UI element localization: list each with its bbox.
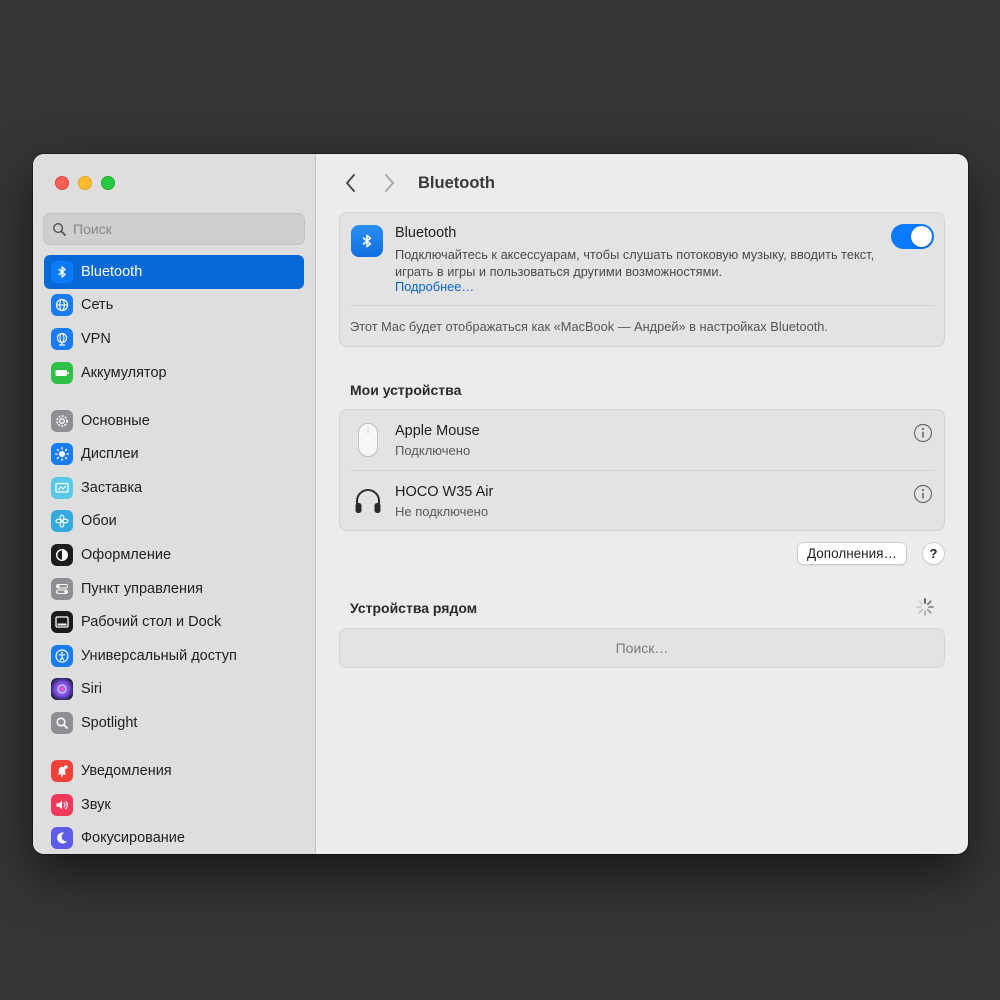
sidebar-item-label: Уведомления bbox=[81, 763, 172, 780]
device-row[interactable]: Apple Mouse Подключено bbox=[340, 410, 944, 470]
bluetooth-description: Подключайтесь к аксессуарам, чтобы слуша… bbox=[395, 247, 875, 279]
sidebar-item-label: Spotlight bbox=[81, 715, 138, 732]
sidebar-item-label: Оформление bbox=[81, 547, 172, 564]
learn-more-link[interactable]: Подробнее… bbox=[395, 279, 474, 294]
sidebar-search[interactable] bbox=[43, 213, 305, 245]
sidebar-separator bbox=[44, 740, 304, 755]
appearance-icon bbox=[51, 544, 73, 567]
sidebar-item-label: Заставка bbox=[81, 479, 143, 496]
chevron-right-icon bbox=[385, 174, 394, 192]
sidebar-separator bbox=[44, 389, 304, 404]
spinner-icon bbox=[916, 598, 934, 616]
page-title: Bluetooth bbox=[418, 173, 495, 192]
screensaver-icon bbox=[51, 476, 73, 499]
sidebar-item-screensaver[interactable]: Заставка bbox=[44, 471, 304, 505]
mouse-icon bbox=[352, 420, 384, 460]
dock-icon bbox=[51, 611, 73, 634]
sidebar-item-label: Основные bbox=[81, 412, 150, 429]
divider bbox=[350, 305, 934, 306]
zoom-button[interactable] bbox=[101, 176, 115, 190]
forward-button[interactable] bbox=[374, 168, 404, 198]
sidebar-item-bluetooth[interactable]: Bluetooth bbox=[44, 255, 304, 289]
device-row[interactable]: HOCO W35 Air Не подключено bbox=[340, 471, 944, 531]
toolbar: Bluetooth bbox=[336, 168, 495, 198]
sidebar-nav: Bluetooth Сеть VPN Аккумулятор Основные bbox=[44, 255, 304, 854]
traffic-lights bbox=[55, 176, 115, 190]
info-icon[interactable] bbox=[913, 484, 933, 504]
sidebar-item-sound[interactable]: Звук bbox=[44, 788, 304, 822]
device-status: Подключено bbox=[395, 443, 471, 458]
globe-icon bbox=[51, 294, 73, 317]
bluetooth-card: Bluetooth Подключайтесь к аксессуарам, ч… bbox=[339, 212, 945, 347]
settings-window: Bluetooth Сеть VPN Аккумулятор Основные bbox=[33, 154, 968, 854]
sidebar-item-displays[interactable]: Дисплеи bbox=[44, 437, 304, 471]
sidebar-item-label: VPN bbox=[81, 330, 111, 347]
headphones-icon bbox=[352, 481, 384, 521]
sidebar-item-label: Bluetooth bbox=[81, 263, 143, 280]
nearby-devices-list: Поиск… bbox=[339, 628, 945, 668]
sidebar-item-label: Пункт управления bbox=[81, 580, 203, 597]
searching-status: Поиск… bbox=[615, 640, 669, 656]
device-status: Не подключено bbox=[395, 504, 489, 519]
bell-icon bbox=[51, 760, 73, 783]
bluetooth-toggle[interactable] bbox=[891, 224, 934, 249]
bluetooth-visibility-note: Этот Mac будет отображаться как «MacBook… bbox=[350, 319, 828, 334]
extras-button[interactable]: Дополнения… bbox=[797, 542, 907, 565]
bluetooth-icon bbox=[51, 260, 73, 283]
info-icon[interactable] bbox=[913, 423, 933, 443]
minimize-button[interactable] bbox=[78, 176, 92, 190]
sidebar-item-general[interactable]: Основные bbox=[44, 404, 304, 438]
sidebar-item-label: Рабочий стол и Dock bbox=[81, 614, 222, 631]
accessibility-icon bbox=[51, 644, 73, 667]
siri-icon bbox=[51, 678, 73, 701]
flower-icon bbox=[51, 510, 73, 533]
chevron-left-icon bbox=[346, 174, 355, 192]
vpn-globe-icon bbox=[51, 327, 73, 350]
magnifier-icon bbox=[51, 712, 73, 735]
sidebar-item-label: Обои bbox=[81, 513, 117, 530]
sidebar-item-notifications[interactable]: Уведомления bbox=[44, 754, 304, 788]
control-center-icon bbox=[51, 577, 73, 600]
back-button[interactable] bbox=[336, 168, 366, 198]
device-name: HOCO W35 Air bbox=[395, 484, 494, 500]
battery-icon bbox=[51, 361, 73, 384]
sidebar-item-network[interactable]: Сеть bbox=[44, 289, 304, 323]
sun-icon bbox=[51, 443, 73, 466]
sidebar-item-spotlight[interactable]: Spotlight bbox=[44, 706, 304, 740]
sidebar-item-label: Siri bbox=[81, 681, 102, 698]
sidebar-item-label: Сеть bbox=[81, 297, 114, 314]
search-icon bbox=[53, 222, 66, 236]
sidebar-item-appearance[interactable]: Оформление bbox=[44, 538, 304, 572]
sidebar-item-desktop-dock[interactable]: Рабочий стол и Dock bbox=[44, 605, 304, 639]
bluetooth-title: Bluetooth bbox=[395, 225, 457, 241]
sidebar-item-label: Универсальный доступ bbox=[81, 647, 237, 664]
sidebar: Bluetooth Сеть VPN Аккумулятор Основные bbox=[33, 154, 316, 854]
sidebar-item-battery[interactable]: Аккумулятор bbox=[44, 356, 304, 390]
device-name: Apple Mouse bbox=[395, 423, 480, 439]
my-devices-heading: Мои устройства bbox=[350, 382, 462, 398]
sidebar-item-vpn[interactable]: VPN bbox=[44, 322, 304, 356]
gear-icon bbox=[51, 409, 73, 432]
sidebar-item-focus[interactable]: Фокусирование bbox=[44, 822, 304, 855]
sidebar-item-label: Аккумулятор bbox=[81, 364, 167, 381]
content-pane: Bluetooth Bluetooth Подключайтесь к аксе… bbox=[316, 154, 968, 854]
nearby-devices-heading: Устройства рядом bbox=[350, 600, 478, 616]
speaker-icon bbox=[51, 793, 73, 816]
bluetooth-icon bbox=[351, 225, 383, 257]
my-devices-list: Apple Mouse Подключено HOCO W35 Air Не п… bbox=[339, 409, 945, 531]
sidebar-item-wallpaper[interactable]: Обои bbox=[44, 505, 304, 539]
toggle-knob bbox=[911, 226, 932, 247]
sidebar-item-label: Звук bbox=[81, 796, 111, 813]
sidebar-item-accessibility[interactable]: Универсальный доступ bbox=[44, 639, 304, 673]
search-input[interactable] bbox=[73, 221, 283, 237]
sidebar-item-siri[interactable]: Siri bbox=[44, 673, 304, 707]
close-button[interactable] bbox=[55, 176, 69, 190]
sidebar-item-label: Фокусирование bbox=[81, 830, 185, 847]
moon-icon bbox=[51, 827, 73, 850]
help-button[interactable]: ? bbox=[922, 542, 945, 565]
sidebar-item-label: Дисплеи bbox=[81, 446, 139, 463]
sidebar-item-control-center[interactable]: Пункт управления bbox=[44, 572, 304, 606]
